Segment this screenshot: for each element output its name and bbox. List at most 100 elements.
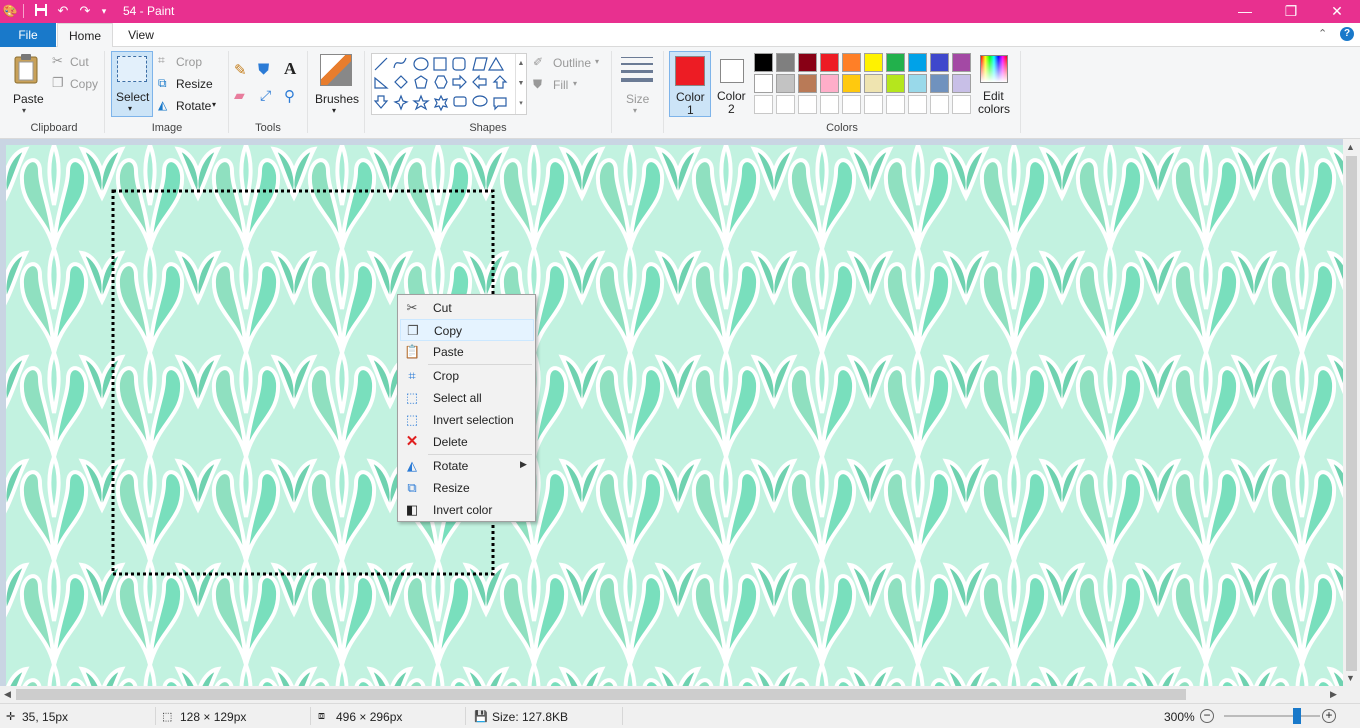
undo-icon[interactable]: ↶ xyxy=(55,3,71,19)
palette-swatch[interactable] xyxy=(886,53,905,72)
horizontal-scroll-thumb[interactable] xyxy=(16,689,1186,700)
customize-icon[interactable]: ▾ xyxy=(96,3,112,19)
palette-swatch[interactable] xyxy=(908,53,927,72)
magnifier-icon[interactable]: ⚲ xyxy=(284,87,304,107)
horizontal-scrollbar[interactable]: ◀ ▶ xyxy=(0,686,1343,703)
zoom-slider-thumb[interactable] xyxy=(1293,708,1302,724)
tab-home[interactable]: Home xyxy=(57,23,113,48)
fill-button[interactable]: ⛊ Fill ▾ xyxy=(533,77,605,93)
palette-swatch[interactable] xyxy=(952,53,971,72)
palette-swatch[interactable] xyxy=(798,53,817,72)
help-icon[interactable]: ? xyxy=(1340,27,1354,41)
context-menu-copy[interactable]: ❐ Copy xyxy=(400,319,534,341)
custom-color-slot[interactable] xyxy=(798,95,817,114)
context-menu-crop[interactable]: ⌗ Crop xyxy=(400,365,534,387)
palette-swatch[interactable] xyxy=(820,53,839,72)
palette-swatch[interactable] xyxy=(864,53,883,72)
text-tool-icon[interactable]: A xyxy=(284,59,304,79)
scroll-left-icon[interactable]: ◀ xyxy=(4,689,11,700)
cut-button[interactable]: ✂ Cut xyxy=(52,53,112,71)
context-menu-rotate[interactable]: ◭ Rotate ▶ xyxy=(400,455,534,477)
shapes-gallery[interactable]: ▲ ▼ ▾ xyxy=(371,53,527,115)
context-menu-cut[interactable]: ✂ Cut xyxy=(400,297,534,319)
edit-colors-button[interactable]: Edit colors xyxy=(975,51,1015,117)
zoom-out-icon[interactable]: − xyxy=(1200,709,1214,723)
palette-swatch[interactable] xyxy=(864,74,883,93)
color-picker-icon[interactable]: ⤢ xyxy=(260,87,280,107)
paste-dropdown-icon[interactable]: ▾ xyxy=(22,106,26,115)
context-menu-resize[interactable]: ⧉ Resize xyxy=(400,477,534,499)
fill-icon: ⛊ xyxy=(533,77,543,91)
minimize-button[interactable]: — xyxy=(1222,0,1268,23)
shapes-scroll[interactable]: ▲ ▼ ▾ xyxy=(515,54,526,114)
color1-button[interactable]: Color 1 xyxy=(669,51,711,117)
context-menu-paste[interactable]: 📋 Paste xyxy=(400,341,534,363)
vertical-scroll-thumb[interactable] xyxy=(1346,156,1357,671)
save-icon[interactable] xyxy=(33,3,49,19)
fill-dropdown-icon: ▾ xyxy=(573,79,578,88)
select-dropdown-icon[interactable]: ▾ xyxy=(128,104,132,113)
redo-icon[interactable]: ↷ xyxy=(77,3,93,19)
tab-view[interactable]: View xyxy=(113,23,169,47)
scroll-down-icon[interactable]: ▼ xyxy=(1346,673,1355,683)
palette-swatch[interactable] xyxy=(886,74,905,93)
palette-swatch[interactable] xyxy=(798,74,817,93)
select-button[interactable]: Select ▾ xyxy=(111,51,153,117)
palette-swatch[interactable] xyxy=(776,53,795,72)
scroll-right-icon[interactable]: ▶ xyxy=(1330,689,1337,700)
palette-swatch[interactable] xyxy=(952,74,971,93)
palette-swatch[interactable] xyxy=(754,74,773,93)
fill-bucket-icon[interactable]: ⛊ xyxy=(258,61,278,81)
palette-swatch[interactable] xyxy=(820,74,839,93)
custom-color-slot[interactable] xyxy=(776,95,795,114)
copy-button[interactable]: ❐ Copy xyxy=(52,75,112,93)
context-menu-invert-color[interactable]: ◧ Invert color xyxy=(400,499,534,521)
shapes-icons xyxy=(373,56,508,112)
palette-swatch[interactable] xyxy=(776,74,795,93)
custom-color-slot[interactable] xyxy=(754,95,773,114)
custom-color-slot[interactable] xyxy=(842,95,861,114)
brushes-button[interactable]: Brushes ▾ xyxy=(312,51,359,117)
zoom-in-icon[interactable]: + xyxy=(1322,709,1336,723)
close-button[interactable]: ✕ xyxy=(1314,0,1360,23)
context-menu-select-all[interactable]: ⬚ Select all xyxy=(400,387,534,409)
canvas-workspace[interactable] xyxy=(0,139,1343,686)
file-menu-tab[interactable]: File xyxy=(0,23,56,47)
palette-swatch[interactable] xyxy=(842,53,861,72)
paint-app-icon[interactable]: 🎨 xyxy=(2,3,18,19)
collapse-ribbon-icon[interactable]: ⌃ xyxy=(1318,27,1330,40)
rotate-label: Rotate xyxy=(176,99,212,113)
custom-color-slot[interactable] xyxy=(820,95,839,114)
rotate-button[interactable]: ◭ Rotate ▾ xyxy=(158,97,224,115)
context-menu-delete[interactable]: ✕ Delete xyxy=(400,431,534,453)
zoom-slider-track[interactable] xyxy=(1224,715,1320,717)
custom-color-slot[interactable] xyxy=(886,95,905,114)
resize-button[interactable]: ⧉ Resize xyxy=(158,75,224,93)
pencil-icon[interactable]: ✎ xyxy=(234,61,254,81)
outline-button[interactable]: ✐ Outline ▾ xyxy=(533,55,605,71)
palette-swatch[interactable] xyxy=(842,74,861,93)
resize-icon: ⧉ xyxy=(407,480,417,495)
submenu-arrow-icon: ▶ xyxy=(520,459,527,469)
maximize-button[interactable]: ❐ xyxy=(1268,0,1314,23)
paste-button[interactable]: Paste ▾ xyxy=(6,51,46,115)
palette-swatch[interactable] xyxy=(930,74,949,93)
custom-color-slot[interactable] xyxy=(930,95,949,114)
paste-label: Paste xyxy=(433,345,464,359)
custom-color-slot[interactable] xyxy=(908,95,927,114)
custom-color-slot[interactable] xyxy=(952,95,971,114)
palette-swatch[interactable] xyxy=(908,74,927,93)
palette-swatch[interactable] xyxy=(930,53,949,72)
eraser-icon[interactable]: ▰ xyxy=(234,87,254,107)
custom-color-slot[interactable] xyxy=(864,95,883,114)
invert-color-icon: ◧ xyxy=(405,502,419,517)
crop-button[interactable]: ⌗ Crop xyxy=(158,53,224,71)
clipboard-group-label: Clipboard xyxy=(30,122,78,134)
scroll-up-icon[interactable]: ▲ xyxy=(1346,142,1355,152)
context-menu-invert-selection[interactable]: ⬚ Invert selection xyxy=(400,409,534,431)
palette-swatch[interactable] xyxy=(754,53,773,72)
color2-button[interactable]: Color 2 xyxy=(713,51,751,117)
drawing-canvas[interactable] xyxy=(6,145,1343,686)
size-button[interactable]: Size ▾ xyxy=(617,51,657,117)
vertical-scrollbar[interactable]: ▲ ▼ xyxy=(1343,139,1360,686)
